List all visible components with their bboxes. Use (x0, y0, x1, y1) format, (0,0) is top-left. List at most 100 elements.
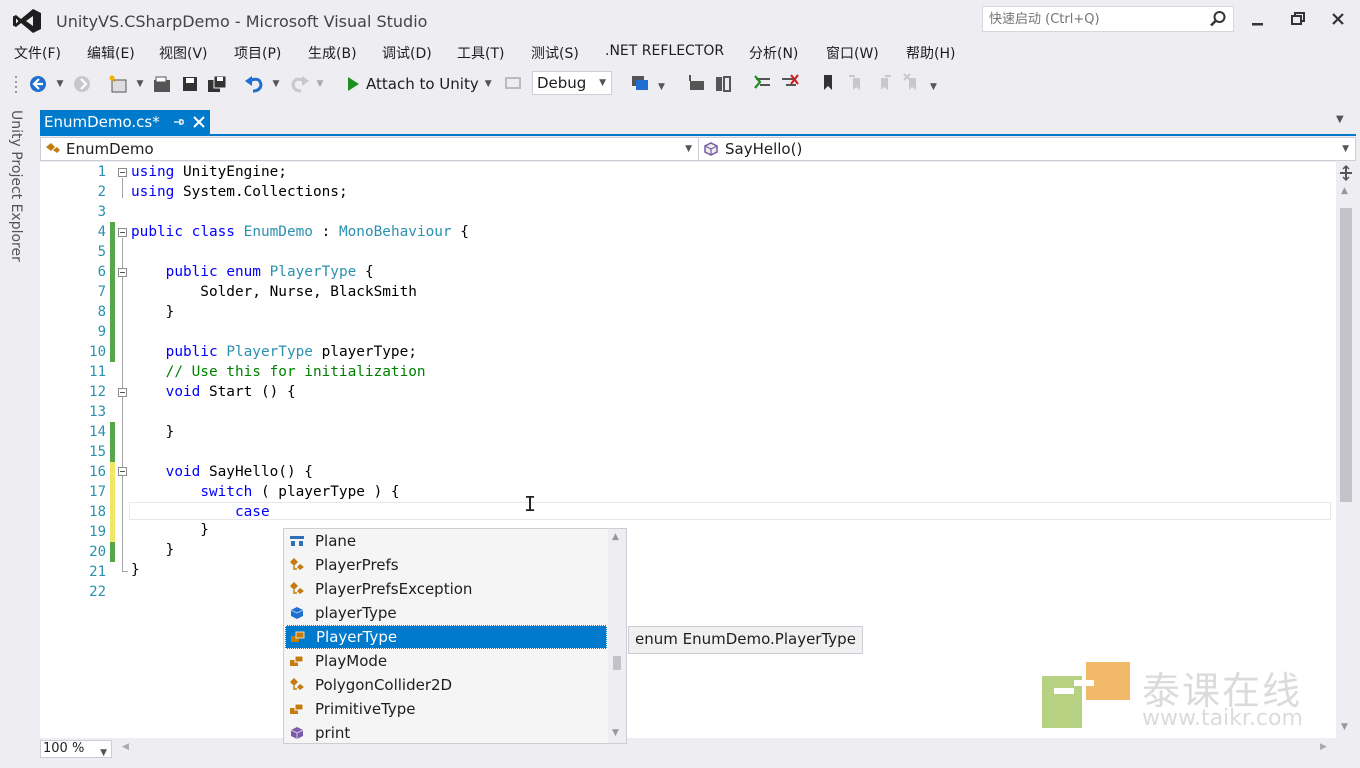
save-icon[interactable] (180, 72, 200, 96)
menu-file[interactable]: 文件(F) (14, 43, 61, 63)
line-number: 3 (97, 204, 106, 220)
completion-item[interactable]: Plane (285, 529, 607, 553)
close-window-button[interactable] (1322, 6, 1354, 32)
search-icon[interactable] (1209, 10, 1227, 28)
menu-test[interactable]: 测试(S) (531, 43, 579, 63)
solution-config-icon[interactable] (504, 74, 522, 92)
scroll-up-icon[interactable]: ▲ (612, 532, 619, 542)
toolbar-overflow-icon[interactable]: ▼ (930, 82, 937, 92)
code-line: using UnityEngine; (131, 164, 287, 180)
chevron-down-icon[interactable]: ▼ (56, 72, 64, 96)
chevron-down-icon[interactable]: ▼ (658, 82, 665, 92)
undo-icon[interactable] (244, 72, 266, 96)
quick-launch-input[interactable] (983, 7, 1205, 31)
split-window-icon[interactable] (1338, 164, 1354, 182)
menu-window[interactable]: 窗口(W) (826, 43, 879, 63)
line-number: 18 (89, 504, 106, 520)
collapse-icon[interactable] (118, 268, 127, 277)
minimize-button[interactable] (1242, 6, 1274, 32)
completion-item[interactable]: PolygonCollider2D (285, 673, 607, 697)
class-dropdown[interactable]: EnumDemo ▼ (40, 137, 696, 161)
completion-item[interactable]: PrimitiveType (285, 697, 607, 721)
vertical-scroll-thumb[interactable] (1340, 208, 1352, 502)
comment-out-icon[interactable] (752, 72, 774, 94)
outline-guide (122, 238, 123, 572)
line-number: 17 (89, 484, 106, 500)
class-name: EnumDemo (66, 140, 154, 158)
menu-help[interactable]: 帮助(H) (906, 43, 955, 63)
step-into-icon[interactable] (686, 72, 708, 94)
scroll-right-icon[interactable]: ▶ (1320, 742, 1327, 752)
line-number: 10 (89, 344, 106, 360)
completion-item-label: PolygonCollider2D (315, 676, 453, 694)
next-bookmark-icon[interactable] (874, 72, 894, 94)
navigate-forward-icon[interactable] (72, 72, 92, 96)
scroll-down-icon[interactable]: ▼ (612, 728, 619, 738)
find-in-files-icon[interactable] (628, 72, 654, 94)
chevron-down-icon[interactable]: ▼ (316, 72, 324, 96)
class-icon (289, 557, 305, 573)
menu-analyze[interactable]: 分析(N) (749, 43, 798, 63)
bookmark-icon[interactable] (818, 72, 838, 94)
unity-project-explorer-tab[interactable]: Unity Project Explorer (8, 110, 24, 262)
attach-to-unity-button[interactable]: Attach to Unity ▼ (346, 72, 492, 96)
chevron-down-icon[interactable]: ▼ (136, 72, 144, 96)
menu-project[interactable]: 项目(P) (234, 43, 281, 63)
collapse-icon[interactable] (118, 228, 127, 237)
solution-configuration-select[interactable]: Debug ▼ (532, 71, 612, 95)
chevron-down-icon[interactable]: ▼ (485, 79, 492, 89)
completion-scroll-thumb[interactable] (613, 656, 621, 670)
menu-view[interactable]: 视图(V) (159, 43, 208, 63)
close-tab-icon[interactable] (192, 115, 206, 129)
chevron-down-icon: ▼ (599, 78, 606, 88)
line-number: 21 (89, 564, 106, 580)
new-project-icon[interactable] (108, 72, 132, 96)
play-icon (348, 77, 359, 91)
tab-enumdemo[interactable]: EnumDemo.cs* (40, 110, 210, 134)
restore-button[interactable] (1282, 6, 1314, 32)
quick-launch-box[interactable] (982, 6, 1234, 32)
open-file-icon[interactable] (152, 72, 172, 96)
collapse-icon[interactable] (118, 467, 127, 476)
scroll-up-icon[interactable]: ▲ (1341, 186, 1348, 196)
completion-item-label: PlayMode (315, 652, 388, 670)
tab-title: EnumDemo.cs* (44, 113, 160, 131)
completion-item[interactable]: playerType (285, 601, 607, 625)
tab-overflow-icon[interactable]: ▼ (1336, 114, 1344, 125)
menu-tools[interactable]: 工具(T) (457, 43, 504, 63)
chevron-down-icon[interactable]: ▼ (272, 72, 280, 96)
clear-bookmarks-icon[interactable] (902, 72, 922, 94)
menu-edit[interactable]: 编辑(E) (87, 43, 135, 63)
collapse-icon[interactable] (118, 388, 127, 397)
completion-item[interactable]: PlayerPrefs (285, 553, 607, 577)
menu-debug[interactable]: 调试(D) (382, 43, 432, 63)
attach-to-unity-label: Attach to Unity (366, 75, 479, 93)
completion-item-label: PlayerPrefs (315, 556, 399, 574)
menu-reflector[interactable]: .NET REFLECTOR (605, 43, 724, 59)
outline-guide (122, 178, 123, 198)
collapse-icon[interactable] (118, 168, 127, 177)
enum-icon (289, 653, 305, 669)
navigate-back-icon[interactable] (28, 72, 48, 96)
completion-item[interactable]: PlayMode (285, 649, 607, 673)
scroll-left-icon[interactable]: ◀ (122, 742, 129, 752)
scroll-down-icon[interactable]: ▼ (1341, 722, 1348, 732)
code-line: void Start () { (165, 384, 296, 400)
zoom-level-select[interactable]: 100 % ▼ (40, 740, 112, 758)
completion-scrollbar[interactable] (608, 529, 626, 743)
completion-item-selected[interactable]: PlayerType (285, 625, 607, 649)
previous-bookmark-icon[interactable] (846, 72, 866, 94)
redo-icon[interactable] (288, 72, 310, 96)
pin-icon[interactable] (172, 116, 184, 128)
save-all-icon[interactable] (206, 72, 228, 96)
code-line: Solder, Nurse, BlackSmith (131, 284, 417, 300)
intellisense-completion-list[interactable]: Plane PlayerPrefs PlayerPrefsException p… (283, 528, 627, 744)
menu-build[interactable]: 生成(B) (308, 43, 357, 63)
step-over-icon[interactable] (712, 72, 734, 94)
uncomment-icon[interactable] (778, 72, 800, 94)
code-line: } (131, 542, 175, 558)
code-line: public enum PlayerType { (165, 264, 374, 280)
completion-item[interactable]: PlayerPrefsException (285, 577, 607, 601)
member-dropdown[interactable]: SayHello() ▼ (698, 137, 1355, 161)
completion-item[interactable]: print (285, 721, 607, 745)
